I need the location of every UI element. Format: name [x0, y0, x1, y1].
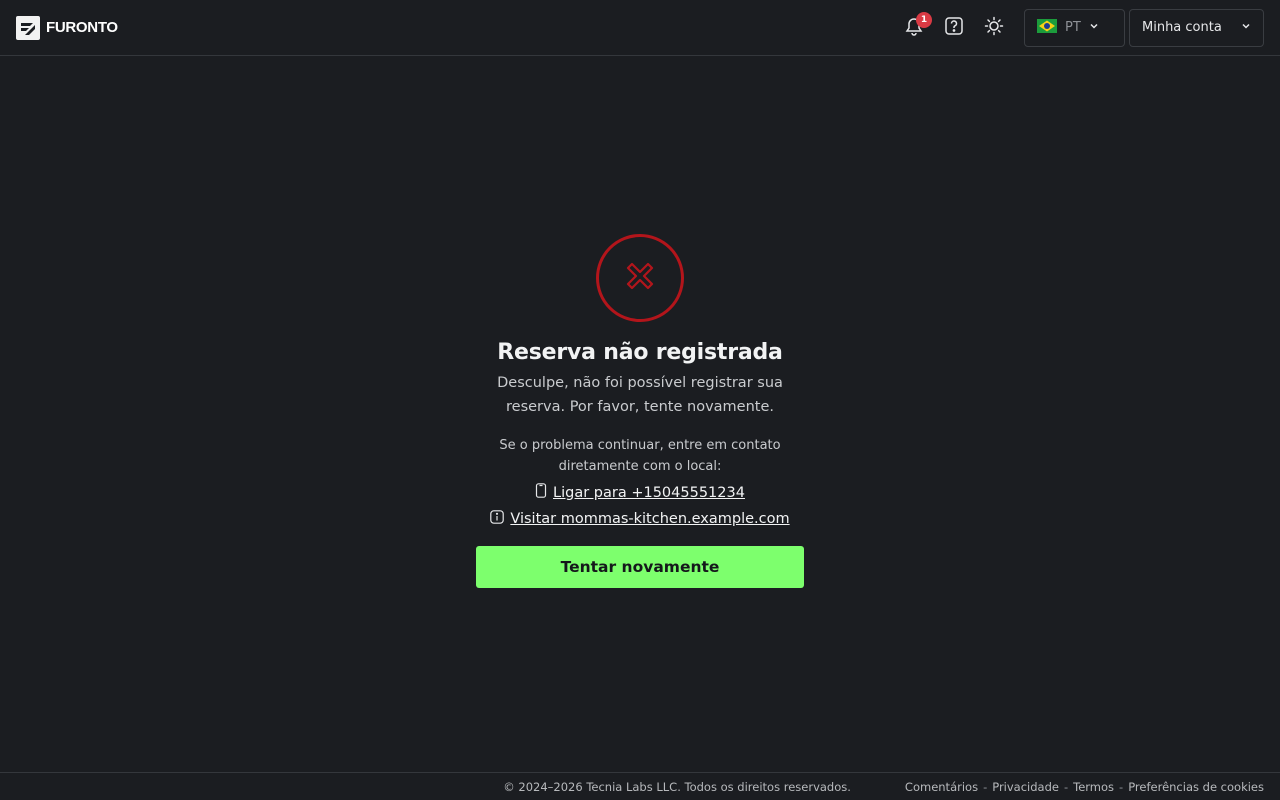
- visit-website-link[interactable]: Visitar mommas-kitchen.example.com: [490, 510, 790, 528]
- language-code: PT: [1065, 20, 1081, 35]
- chevron-down-icon: [1089, 20, 1099, 35]
- call-venue-link[interactable]: Ligar para +15045551234: [535, 483, 745, 502]
- footer-link-terms[interactable]: Termos: [1073, 780, 1114, 794]
- account-label: Minha conta: [1142, 20, 1222, 35]
- error-title: Reserva não registrada: [497, 340, 783, 365]
- footer-link-feedback[interactable]: Comentários: [905, 780, 978, 794]
- notification-count-badge: 1: [916, 11, 932, 28]
- top-header: FURONTO 1 PT Minha conta: [0, 0, 1280, 56]
- footer-separator: -: [1063, 779, 1069, 794]
- page-footer: © 2024–2026 Tecnia Labs LLC. Todos os di…: [0, 772, 1280, 800]
- help-button[interactable]: [936, 10, 972, 46]
- footer-links: Comentários - Privacidade - Termos - Pre…: [905, 780, 1264, 794]
- brazil-flag-icon: [1037, 18, 1057, 37]
- main-content: Reserva não registrada Desculpe, não foi…: [0, 56, 1280, 772]
- retry-button[interactable]: Tentar novamente: [476, 546, 804, 588]
- brand-logo[interactable]: FURONTO: [16, 15, 118, 40]
- help-text: Se o problema continuar, entre em contat…: [499, 438, 781, 474]
- error-subtitle: Desculpe, não foi possível registrar sua…: [497, 375, 783, 415]
- question-icon: [944, 16, 964, 40]
- account-dropdown[interactable]: Minha conta: [1129, 8, 1264, 47]
- footer-separator: -: [1119, 779, 1124, 794]
- notifications-button[interactable]: 1: [896, 10, 932, 46]
- phone-icon: [535, 483, 547, 502]
- footer-link-privacy[interactable]: Privacidade: [992, 780, 1059, 794]
- furonto-logo-icon: [16, 15, 40, 40]
- brand-name: FURONTO: [46, 19, 118, 36]
- header-actions: 1 PT Minha conta: [896, 8, 1264, 47]
- theme-toggle-button[interactable]: [976, 10, 1012, 46]
- error-panel: Reserva não registrada Desculpe, não foi…: [476, 234, 804, 588]
- error-status-indicator: [596, 234, 684, 322]
- sun-icon: [984, 16, 1004, 40]
- copyright-text: © 2024–2026 Tecnia Labs LLC. Todos os di…: [503, 779, 851, 794]
- footer-link-cookie-preferences[interactable]: Preferências de cookies: [1128, 780, 1264, 794]
- call-venue-label: Ligar para +15045551234: [553, 484, 745, 501]
- chevron-down-icon: [1241, 20, 1251, 35]
- language-dropdown[interactable]: PT: [1024, 8, 1125, 47]
- x-circle-icon: [622, 258, 658, 298]
- footer-separator: -: [983, 779, 988, 794]
- info-icon: [490, 510, 505, 528]
- visit-website-label: Visitar mommas-kitchen.example.com: [510, 511, 790, 527]
